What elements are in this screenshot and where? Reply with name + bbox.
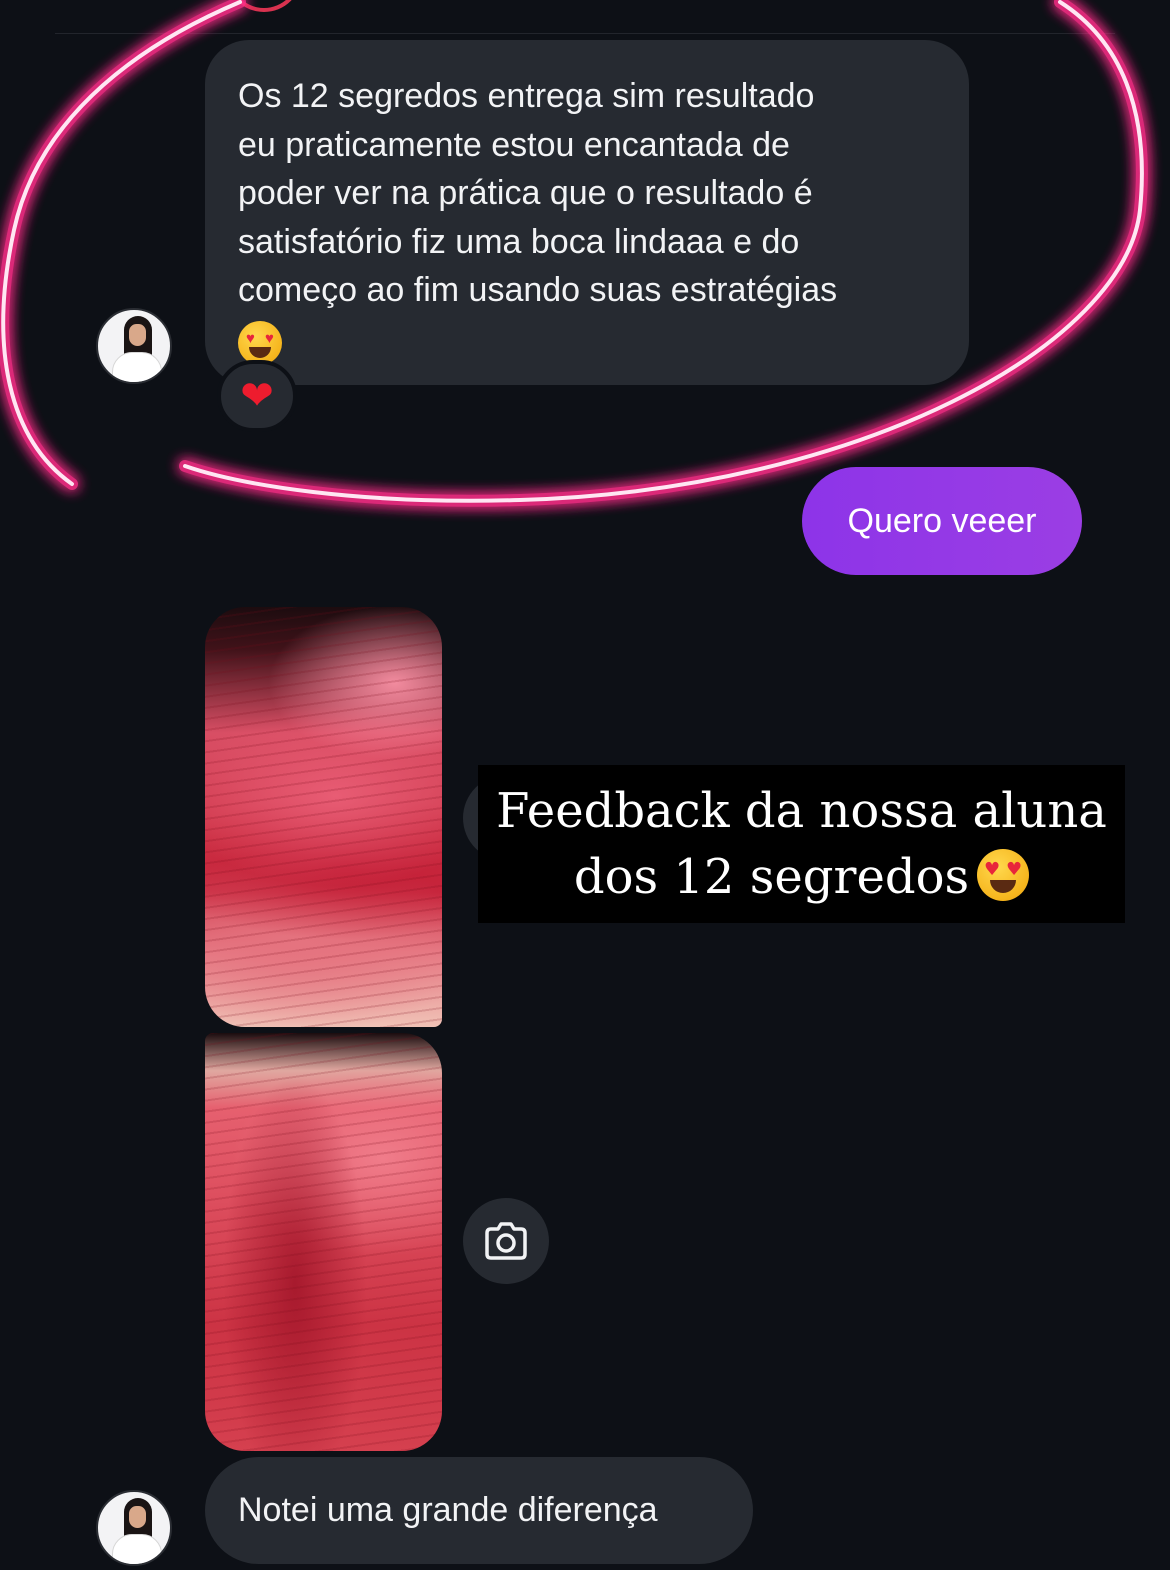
heart-eyes-emoji-icon: ♥ ♥ — [977, 849, 1030, 901]
caption-overlay: Feedback da nossa aluna dos 12 segredos ♥… — [478, 765, 1125, 923]
camera-icon — [485, 1222, 527, 1260]
camera-button[interactable] — [463, 1198, 549, 1284]
avatar[interactable] — [96, 308, 172, 384]
chat-screen: Os 12 segredos entrega sim resultado eu … — [0, 0, 1170, 1570]
avatar[interactable] — [96, 1490, 172, 1566]
lips-photo-after[interactable] — [205, 1033, 442, 1451]
message-text: Os 12 segredos entrega sim resultado eu … — [238, 77, 838, 309]
received-message-bubble[interactable]: Notei uma grande diferença — [205, 1457, 753, 1564]
story-ring — [226, 0, 302, 12]
divider — [55, 33, 1115, 34]
heart-eyes-emoji-icon: ♥ ♥ — [238, 320, 282, 365]
lips-photo-before[interactable] — [205, 607, 442, 1027]
reaction-badge[interactable]: ❤ — [217, 360, 297, 432]
caption-line-2: dos 12 segredos — [573, 849, 970, 905]
received-message-bubble[interactable]: Os 12 segredos entrega sim resultado eu … — [205, 40, 969, 385]
sent-message-text: Quero veeer — [847, 501, 1037, 540]
caption-line-1: Feedback da nossa aluna — [496, 783, 1107, 839]
message-text: Notei uma grande diferença — [238, 1491, 658, 1530]
heart-icon: ❤ — [240, 374, 274, 418]
sent-message-bubble[interactable]: Quero veeer — [802, 467, 1082, 575]
